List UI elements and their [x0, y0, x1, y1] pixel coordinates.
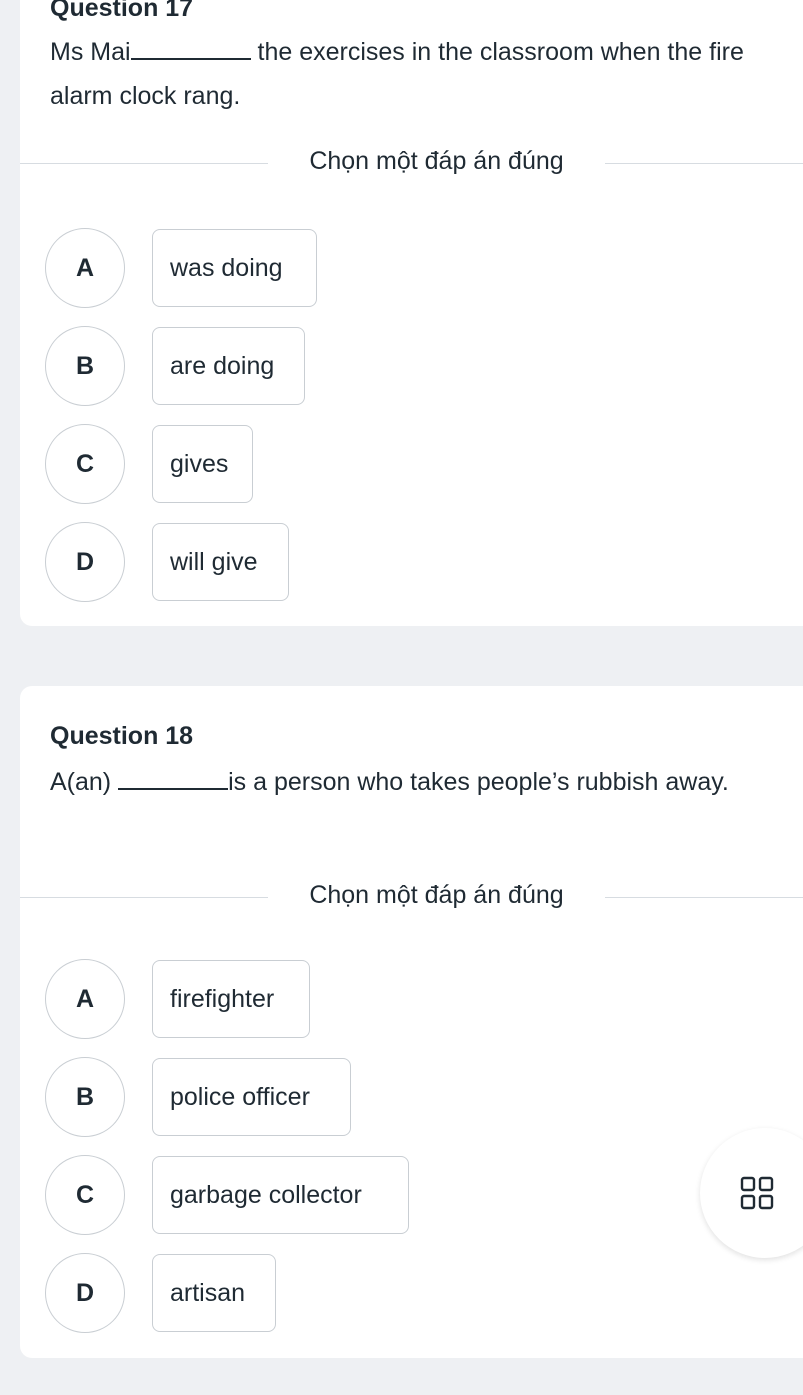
quiz-page: Question 17 Ms Mai the exercises in the …	[0, 0, 803, 1395]
option-letter[interactable]: D	[45, 522, 125, 602]
option-text-button[interactable]: will give	[152, 523, 289, 601]
option-text-button[interactable]: are doing	[152, 327, 305, 405]
option-text-button[interactable]: gives	[152, 425, 253, 503]
option-text-button[interactable]: garbage collector	[152, 1156, 409, 1234]
question-text-before: Ms Mai	[50, 38, 131, 66]
choose-answer-label: Chọn một đáp án đúng	[309, 881, 564, 909]
option-text-button[interactable]: firefighter	[152, 960, 310, 1038]
question-text-after: is a person who takes people’s rubbish a…	[228, 768, 729, 796]
answer-blank	[118, 768, 229, 790]
question-title: Question 17	[50, 0, 194, 22]
option-letter[interactable]: C	[45, 424, 125, 504]
option-letter[interactable]: A	[45, 959, 125, 1039]
choose-answer-label: Chọn một đáp án đúng	[309, 147, 564, 175]
option-text-button[interactable]: artisan	[152, 1254, 276, 1332]
question-text: A(an) is a person who takes people’s rub…	[50, 760, 803, 804]
option-letter[interactable]: A	[45, 228, 125, 308]
option-letter[interactable]: C	[45, 1155, 125, 1235]
divider-line	[20, 897, 268, 898]
question-text-before: A(an)	[50, 768, 119, 796]
choose-answer-divider: Chọn một đáp án đúng	[20, 877, 803, 917]
option-text-button[interactable]: police officer	[152, 1058, 351, 1136]
question-18-card: Question 18 A(an) is a person who takes …	[20, 686, 803, 1358]
option-letter[interactable]: B	[45, 1057, 125, 1137]
question-17-card: Question 17 Ms Mai the exercises in the …	[20, 0, 803, 626]
option-letter[interactable]: D	[45, 1253, 125, 1333]
divider-line	[20, 163, 268, 164]
grid-icon	[740, 1176, 774, 1210]
question-title: Question 18	[50, 722, 194, 750]
divider-line	[605, 163, 803, 164]
choose-answer-divider: Chọn một đáp án đúng	[20, 143, 803, 183]
divider-line	[605, 897, 803, 898]
option-text-button[interactable]: was doing	[152, 229, 317, 307]
question-text: Ms Mai the exercises in the classroom wh…	[50, 30, 803, 118]
option-letter[interactable]: B	[45, 326, 125, 406]
answer-blank	[130, 38, 251, 60]
